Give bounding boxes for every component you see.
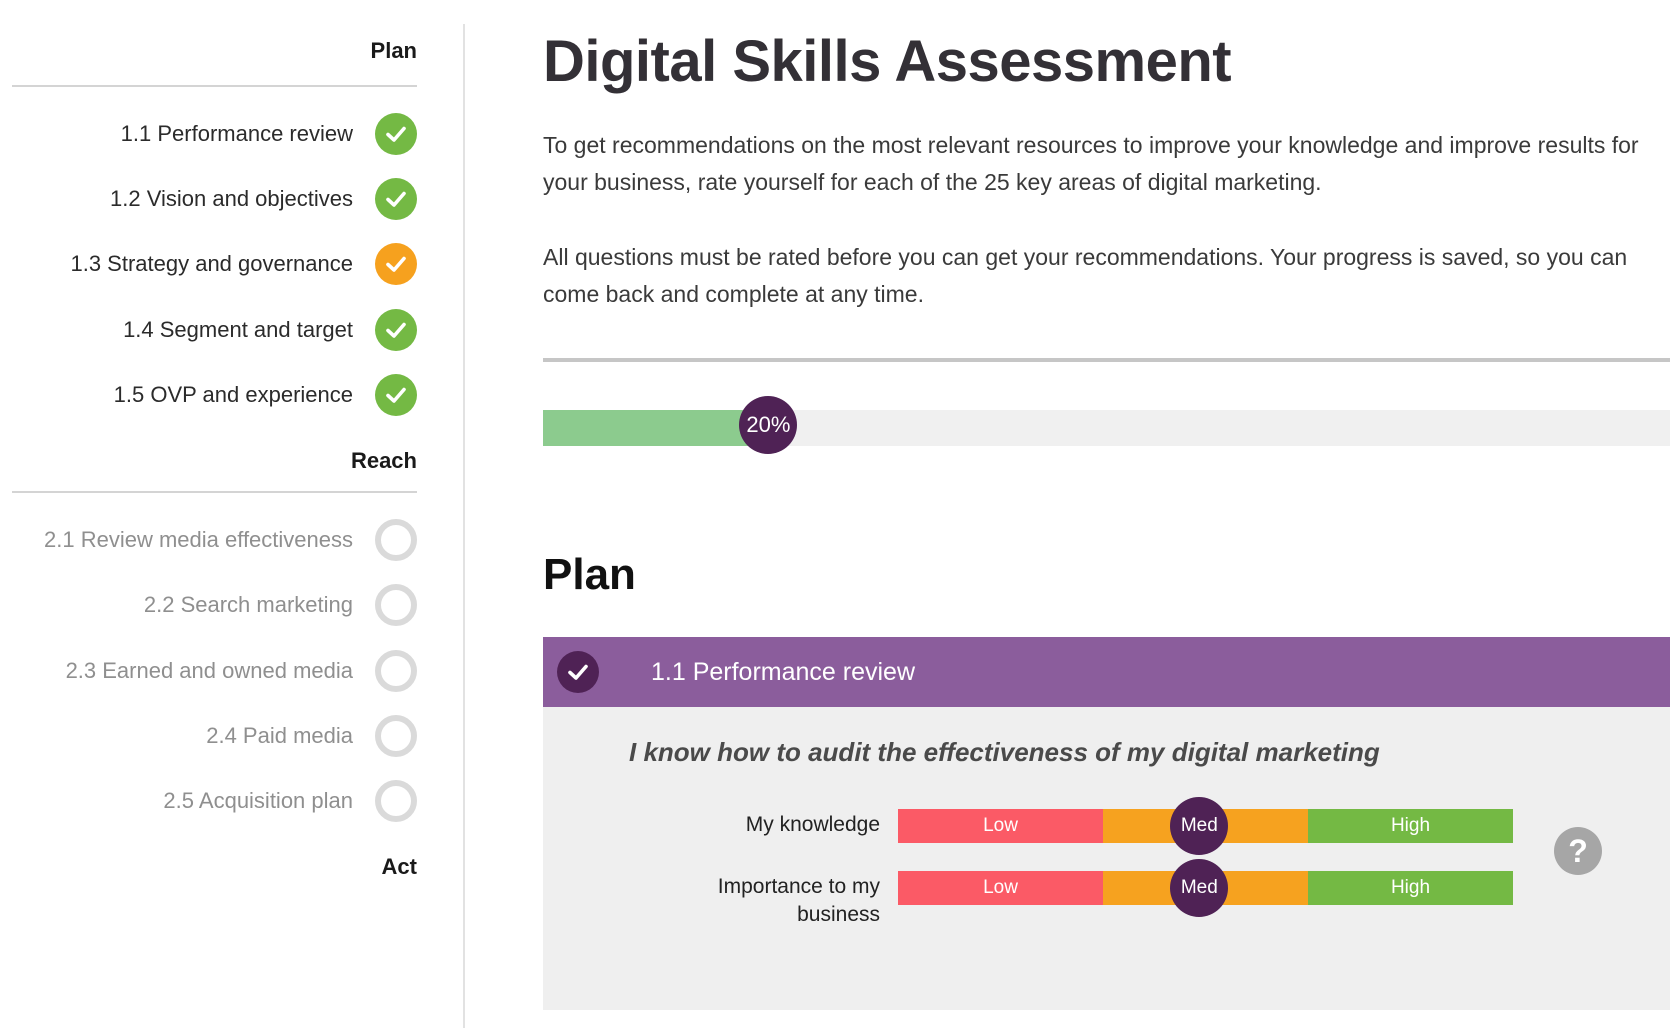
rating-label: My knowledge <box>745 813 880 836</box>
empty-circle-icon <box>375 715 417 757</box>
empty-circle-icon <box>375 650 417 692</box>
sidebar-item-paid-media[interactable]: 2.4 Paid media <box>12 714 417 758</box>
empty-circle-icon <box>375 780 417 822</box>
section-title: Plan <box>543 550 636 599</box>
sidebar-item-label: 2.5 Acquisition plan <box>163 788 353 813</box>
progress-percent-badge: 20% <box>739 396 798 454</box>
question-card-title: 1.1 Performance review <box>651 657 916 686</box>
sidebar-item-label: 2.4 Paid media <box>206 723 353 748</box>
importance-rating-slider[interactable]: Low High Med <box>898 859 1513 917</box>
checkmark-icon <box>557 651 599 693</box>
rating-option-high[interactable]: High <box>1308 871 1513 905</box>
sidebar-section-divider <box>12 85 417 87</box>
sidebar-section-divider <box>12 491 417 493</box>
sidebar-item-earned-and-owned-media[interactable]: 2.3 Earned and owned media <box>12 649 417 693</box>
sidebar-item-search-marketing[interactable]: 2.2 Search marketing <box>12 583 417 627</box>
progress-bar: 20% <box>543 396 1670 454</box>
sidebar-section-reach-heading: Reach <box>350 448 417 473</box>
rating-slider-handle[interactable]: Med <box>1170 859 1229 917</box>
sidebar-item-strategy-and-governance[interactable]: 1.3 Strategy and governance <box>12 242 417 286</box>
sidebar-item-ovp-and-experience[interactable]: 1.5 OVP and experience <box>12 373 417 417</box>
sidebar-item-label: 2.2 Search marketing <box>143 592 353 617</box>
sidebar-divider <box>463 24 465 1028</box>
sidebar-item-review-media-effectiveness[interactable]: 2.1 Review media effectiveness <box>12 518 417 562</box>
sidebar-item-label: 2.3 Earned and owned media <box>65 658 353 683</box>
page-title: Digital Skills Assessment <box>543 29 1232 94</box>
sidebar-item-label: 1.2 Vision and objectives <box>110 186 353 211</box>
sidebar-item-performance-review[interactable]: 1.1 Performance review <box>12 112 417 156</box>
rating-option-low[interactable]: Low <box>898 809 1103 843</box>
sidebar-item-label: 2.1 Review media effectiveness <box>44 527 353 552</box>
empty-circle-icon <box>375 519 417 561</box>
rating-option-high[interactable]: High <box>1308 809 1513 843</box>
sidebar-section-act-heading: Act <box>381 854 417 879</box>
checkmark-complete-icon <box>375 374 417 416</box>
knowledge-rating-slider[interactable]: Low High Med <box>898 797 1513 855</box>
question-card: 1.1 Performance review I know how to aud… <box>543 637 1670 1010</box>
rating-slider-handle[interactable]: Med <box>1170 797 1229 855</box>
checkmark-partial-icon <box>375 243 417 285</box>
sidebar-item-vision-and-objectives[interactable]: 1.2 Vision and objectives <box>12 177 417 221</box>
sidebar-item-segment-and-target[interactable]: 1.4 Segment and target <box>12 308 417 352</box>
rating-option-low[interactable]: Low <box>898 871 1103 905</box>
sidebar-item-label: 1.5 OVP and experience <box>113 382 353 407</box>
intro-paragraph: All questions must be rated before you c… <box>543 244 1628 307</box>
help-icon[interactable]: ? <box>1554 827 1602 875</box>
sidebar-item-label: 1.4 Segment and target <box>123 317 353 342</box>
progress-bar-fill <box>543 410 769 446</box>
rating-label: Importance to my business <box>717 875 880 926</box>
sidebar-item-label: 1.3 Strategy and governance <box>70 251 353 276</box>
sidebar-item-acquisition-plan[interactable]: 2.5 Acquisition plan <box>12 779 417 823</box>
sidebar-section-plan-heading: Plan <box>370 38 417 63</box>
progress-divider <box>543 358 1670 362</box>
sidebar-item-label: 1.1 Performance review <box>120 121 353 146</box>
sidebar-nav: Plan 1.1 Performance review 1.2 Vision a… <box>0 0 464 1028</box>
question-text: I know how to audit the effectiveness of… <box>629 737 1380 767</box>
question-card-header[interactable]: 1.1 Performance review <box>543 637 1670 707</box>
checkmark-complete-icon <box>375 178 417 220</box>
checkmark-complete-icon <box>375 309 417 351</box>
empty-circle-icon <box>375 584 417 626</box>
intro-paragraph: To get recommendations on the most relev… <box>543 132 1639 195</box>
main-content: Digital Skills Assessment To get recomme… <box>543 0 1670 1028</box>
checkmark-complete-icon <box>375 113 417 155</box>
